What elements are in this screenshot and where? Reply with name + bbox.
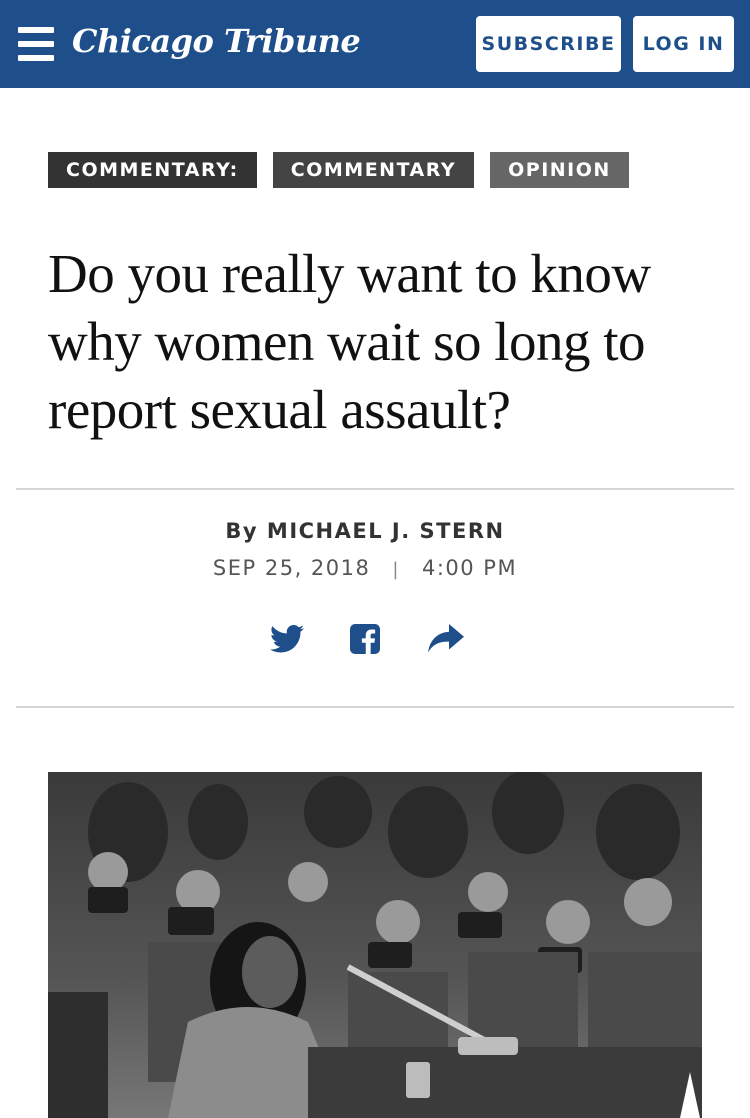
share-icon[interactable]	[428, 624, 464, 658]
divider-top	[16, 488, 734, 490]
publish-date: SEP 25, 2018	[212, 556, 371, 580]
article-byline: By MICHAEL J. STERN	[225, 519, 505, 543]
tag-commentary[interactable]: COMMENTARY	[272, 152, 475, 188]
date-separator: |	[392, 559, 400, 580]
facebook-icon[interactable]	[350, 624, 380, 658]
hamburger-icon[interactable]	[18, 27, 54, 61]
article-headline: Do you really want to know why women wai…	[48, 243, 651, 440]
subscribe-button[interactable]: SUBSCRIBE	[476, 16, 621, 72]
top-header: Chicago Tribune SUBSCRIBE LOG IN	[0, 0, 750, 88]
tag-opinion[interactable]: OPINION	[490, 152, 629, 188]
section-tags: COMMENTARY: COMMENTARY OPINION	[48, 152, 629, 188]
article-dateline: SEP 25, 2018 | 4:00 PM	[0, 556, 730, 580]
divider-bottom	[16, 706, 734, 708]
article-photo[interactable]	[48, 772, 702, 1118]
site-logo[interactable]: Chicago Tribune	[72, 22, 361, 60]
login-button[interactable]: LOG IN	[633, 16, 734, 72]
publish-time: 4:00 PM	[421, 556, 518, 580]
twitter-icon[interactable]	[270, 624, 304, 658]
tag-commentary-label[interactable]: COMMENTARY:	[48, 152, 257, 188]
